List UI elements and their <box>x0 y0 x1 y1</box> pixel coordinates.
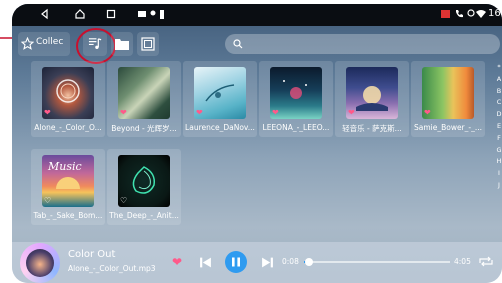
favorite-heart-icon[interactable]: ❤ <box>348 109 355 117</box>
alphabet-index-letter[interactable]: G <box>495 145 502 157</box>
favorite-heart-icon[interactable]: ❤ <box>196 109 203 117</box>
favorite-heart-icon[interactable]: ❤ <box>424 109 431 117</box>
favorite-heart-icon[interactable]: ❤ <box>120 109 127 117</box>
repeat-icon[interactable] <box>478 255 494 268</box>
phone-icon <box>456 10 463 18</box>
pause-button[interactable] <box>225 251 247 273</box>
track-card[interactable]: Music ♡ Tab_-_Sake_Bom... <box>31 149 105 225</box>
collection-tab[interactable]: Collec <box>18 32 70 56</box>
favorite-heart-outline-icon[interactable]: ♡ <box>44 197 51 205</box>
now-playing-title: Color Out <box>68 249 116 260</box>
search-icon <box>233 39 243 49</box>
favorite-heart-icon[interactable]: ❤ <box>172 255 182 269</box>
album-art-lettering: Music <box>48 160 82 173</box>
alphabet-index-letter[interactable]: E <box>495 121 502 133</box>
collection-label: Collec <box>36 37 64 47</box>
message-icon <box>138 11 146 17</box>
alphabet-index-letter[interactable]: A <box>495 74 502 86</box>
album-tab[interactable] <box>137 32 159 56</box>
alphabet-index[interactable]: * A B C D E F G H I J <box>495 62 502 192</box>
wifi-icon <box>476 10 486 18</box>
folder-tab[interactable] <box>111 32 133 56</box>
favorite-heart-icon[interactable]: ❤ <box>44 109 51 117</box>
battery-icon <box>160 10 164 19</box>
track-title: LEEONA_-_LEEO... <box>262 123 330 132</box>
alphabet-index-letter[interactable]: D <box>495 109 502 121</box>
now-playing-filename: Alone_-_Color_Out.mp3 <box>68 264 156 273</box>
image-album-icon <box>141 37 155 51</box>
track-title: Tab_-_Sake_Bom... <box>33 211 103 220</box>
recents-icon[interactable] <box>105 8 117 20</box>
seek-handle[interactable] <box>304 258 313 266</box>
alphabet-index-letter[interactable]: C <box>495 97 502 109</box>
signal-warning-icon <box>441 10 450 18</box>
track-card[interactable]: ❤ Samie_Bower_-_... <box>411 61 485 137</box>
track-title: Samie_Bower_-_... <box>413 123 483 132</box>
favorite-heart-outline-icon[interactable]: ♡ <box>120 197 127 205</box>
track-card[interactable]: ♡ The_Deep_-_Anit... <box>107 149 181 225</box>
alphabet-index-letter[interactable]: B <box>495 86 502 98</box>
status-time: 16:5 <box>488 8 502 19</box>
next-icon[interactable] <box>261 256 274 269</box>
now-playing-art[interactable] <box>20 243 60 283</box>
status-bar: 16:5 <box>12 4 502 26</box>
search-input[interactable] <box>225 34 500 54</box>
track-card[interactable]: ❤ Laurence_DaNov... <box>183 61 257 137</box>
track-card[interactable]: ❤ LEEONA_-_LEEO... <box>259 61 333 137</box>
track-title: 轻音乐 - 萨克斯... <box>342 124 402 133</box>
track-title: Laurence_DaNov... <box>185 123 255 132</box>
track-title: Alone_-_Color_O... <box>34 123 102 132</box>
back-icon[interactable] <box>39 8 51 20</box>
previous-icon[interactable] <box>199 256 212 269</box>
alphabet-index-letter[interactable]: I <box>495 168 502 180</box>
music-app-screen: 16:5 Collec ❤ Alone_-_Color_O... ❤ Beyon… <box>12 4 502 283</box>
track-card[interactable]: ❤ Alone_-_Color_O... <box>31 61 105 137</box>
favorite-heart-icon[interactable]: ❤ <box>272 109 279 117</box>
track-card[interactable]: ❤ 轻音乐 - 萨克斯... <box>335 61 409 137</box>
star-icon <box>21 37 34 50</box>
alphabet-index-letter[interactable]: J <box>495 180 502 192</box>
total-duration: 4:05 <box>454 257 471 266</box>
track-title: The_Deep_-_Anit... <box>109 211 179 220</box>
folder-icon <box>115 39 129 50</box>
home-icon[interactable] <box>74 8 86 20</box>
seek-bar[interactable] <box>304 258 450 266</box>
alphabet-index-letter[interactable]: * <box>495 62 502 74</box>
pause-icon <box>232 257 240 267</box>
track-title: Beyond - 光辉岁... <box>111 124 177 133</box>
alphabet-index-letter[interactable]: H <box>495 156 502 168</box>
alphabet-index-letter[interactable]: F <box>495 133 502 145</box>
track-card[interactable]: ❤ Beyond - 光辉岁... <box>107 61 181 137</box>
elapsed-time: 0:08 <box>282 257 299 266</box>
now-playing-bar: Color Out Alone_-_Color_Out.mp3 ❤ 0:08 4… <box>12 242 502 283</box>
